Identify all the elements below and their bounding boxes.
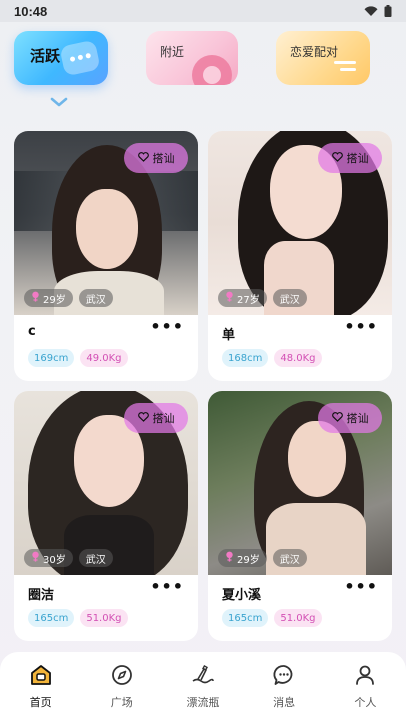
profile-meta: 29岁 武汉 (218, 549, 307, 567)
nav-messages[interactable]: 消息 (254, 664, 314, 710)
height-tag: 168cm (222, 349, 269, 367)
weight-tag: 51.0Kg (80, 609, 128, 627)
profile-photo: 搭讪 29岁 武汉 (208, 391, 392, 575)
city-badge: 武汉 (272, 549, 307, 567)
heart-icon (331, 411, 343, 425)
greet-label: 搭讪 (152, 152, 175, 165)
greet-button[interactable]: 搭讪 (124, 403, 188, 433)
weight-tag: 51.0Kg (274, 609, 322, 627)
nav-drift-bottle-label: 漂流瓶 (186, 696, 220, 709)
female-icon (225, 551, 234, 565)
city-badge: 武汉 (272, 289, 307, 307)
weight-tag: 49.0Kg (80, 349, 128, 367)
bottom-nav: 首页 广场 漂流瓶 消息 个人 (0, 652, 406, 722)
female-icon (31, 291, 40, 305)
more-options-icon[interactable]: ••• (150, 317, 184, 336)
profile-photo: 搭讪 30岁 武汉 (14, 391, 198, 575)
age-text: 30岁 (43, 554, 66, 566)
profile-card[interactable]: 搭讪 27岁 武汉 单 ••• 168cm 48.0Kg (208, 131, 392, 381)
tab-match[interactable]: 恋爱配对 (276, 31, 370, 85)
heart-icon (137, 151, 149, 165)
city-badge: 武汉 (78, 549, 113, 567)
more-options-icon[interactable]: ••• (344, 577, 378, 596)
profile-tags: 165cm 51.0Kg (222, 609, 322, 627)
tab-nearby-label: 附近 (160, 45, 185, 59)
person-icon (354, 664, 376, 689)
profile-name: 单 (222, 328, 236, 343)
nav-home-label: 首页 (29, 696, 52, 709)
profile-card[interactable]: 搭讪 29岁 武汉 c ••• 169cm 49.0Kg (14, 131, 198, 381)
nav-profile-label: 个人 (354, 696, 377, 709)
weight-tag: 48.0Kg (274, 349, 322, 367)
height-tag: 169cm (28, 349, 75, 367)
city-badge: 武汉 (78, 289, 113, 307)
profile-tags: 169cm 49.0Kg (28, 349, 128, 367)
height-tag: 165cm (28, 609, 75, 627)
compass-icon (111, 664, 133, 689)
age-text: 27岁 (237, 294, 260, 306)
tab-match-label: 恋爱配对 (290, 45, 339, 59)
profile-meta: 30岁 武汉 (24, 549, 113, 567)
greet-label: 搭讪 (346, 152, 369, 165)
greet-button[interactable]: 搭讪 (124, 143, 188, 173)
tab-active[interactable]: 活跃 (14, 31, 108, 85)
battery-icon (384, 2, 392, 21)
female-icon (225, 291, 234, 305)
drift-bottle-icon (191, 664, 215, 689)
height-tag: 165cm (222, 609, 269, 627)
profile-tags: 168cm 48.0Kg (222, 349, 322, 367)
profile-name: 圈洁 (28, 588, 55, 603)
more-options-icon[interactable]: ••• (150, 577, 184, 596)
age-text: 29岁 (43, 294, 66, 306)
nav-square[interactable]: 广场 (92, 664, 152, 710)
profile-card[interactable]: 搭讪 29岁 武汉 夏小溪 ••• 165cm 51.0Kg (208, 391, 392, 641)
status-icons (364, 2, 392, 21)
nav-square-label: 广场 (110, 696, 133, 709)
age-badge: 29岁 (24, 289, 73, 307)
match-deco-line (334, 61, 356, 64)
profile-meta: 29岁 武汉 (24, 289, 113, 307)
home-icon (29, 664, 53, 689)
chat-bubble-icon (59, 39, 101, 77)
nav-profile[interactable]: 个人 (335, 664, 395, 710)
greet-button[interactable]: 搭讪 (318, 143, 382, 173)
tab-nearby[interactable]: 附近 (146, 31, 238, 85)
status-time: 10:48 (14, 3, 48, 19)
nav-drift-bottle[interactable]: 漂流瓶 (173, 664, 233, 710)
profile-name: c (28, 324, 36, 339)
profile-card[interactable]: 搭讪 30岁 武汉 圈洁 ••• 165cm 51.0Kg (14, 391, 198, 641)
age-badge: 30岁 (24, 549, 73, 567)
greet-label: 搭讪 (346, 412, 369, 425)
age-badge: 29岁 (218, 549, 267, 567)
location-heart-icon (192, 55, 232, 85)
age-text: 29岁 (237, 554, 260, 566)
greet-label: 搭讪 (152, 412, 175, 425)
greet-button[interactable]: 搭讪 (318, 403, 382, 433)
wifi-icon (364, 2, 378, 21)
profile-photo: 搭讪 29岁 武汉 (14, 131, 198, 315)
chevron-down-icon (50, 92, 68, 111)
heart-icon (331, 151, 343, 165)
profile-meta: 27岁 武汉 (218, 289, 307, 307)
match-deco-line (340, 68, 356, 71)
message-icon (273, 664, 295, 689)
female-icon (31, 551, 40, 565)
more-options-icon[interactable]: ••• (344, 317, 378, 336)
profile-tags: 165cm 51.0Kg (28, 609, 128, 627)
nav-home[interactable]: 首页 (11, 664, 71, 710)
nav-messages-label: 消息 (273, 696, 296, 709)
status-bar: 10:48 (0, 0, 406, 22)
age-badge: 27岁 (218, 289, 267, 307)
profile-name: 夏小溪 (222, 588, 262, 603)
profile-photo: 搭讪 27岁 武汉 (208, 131, 392, 315)
tab-active-label: 活跃 (30, 47, 61, 65)
heart-icon (137, 411, 149, 425)
category-tabs: 活跃 附近 恋爱配对 (0, 28, 406, 108)
